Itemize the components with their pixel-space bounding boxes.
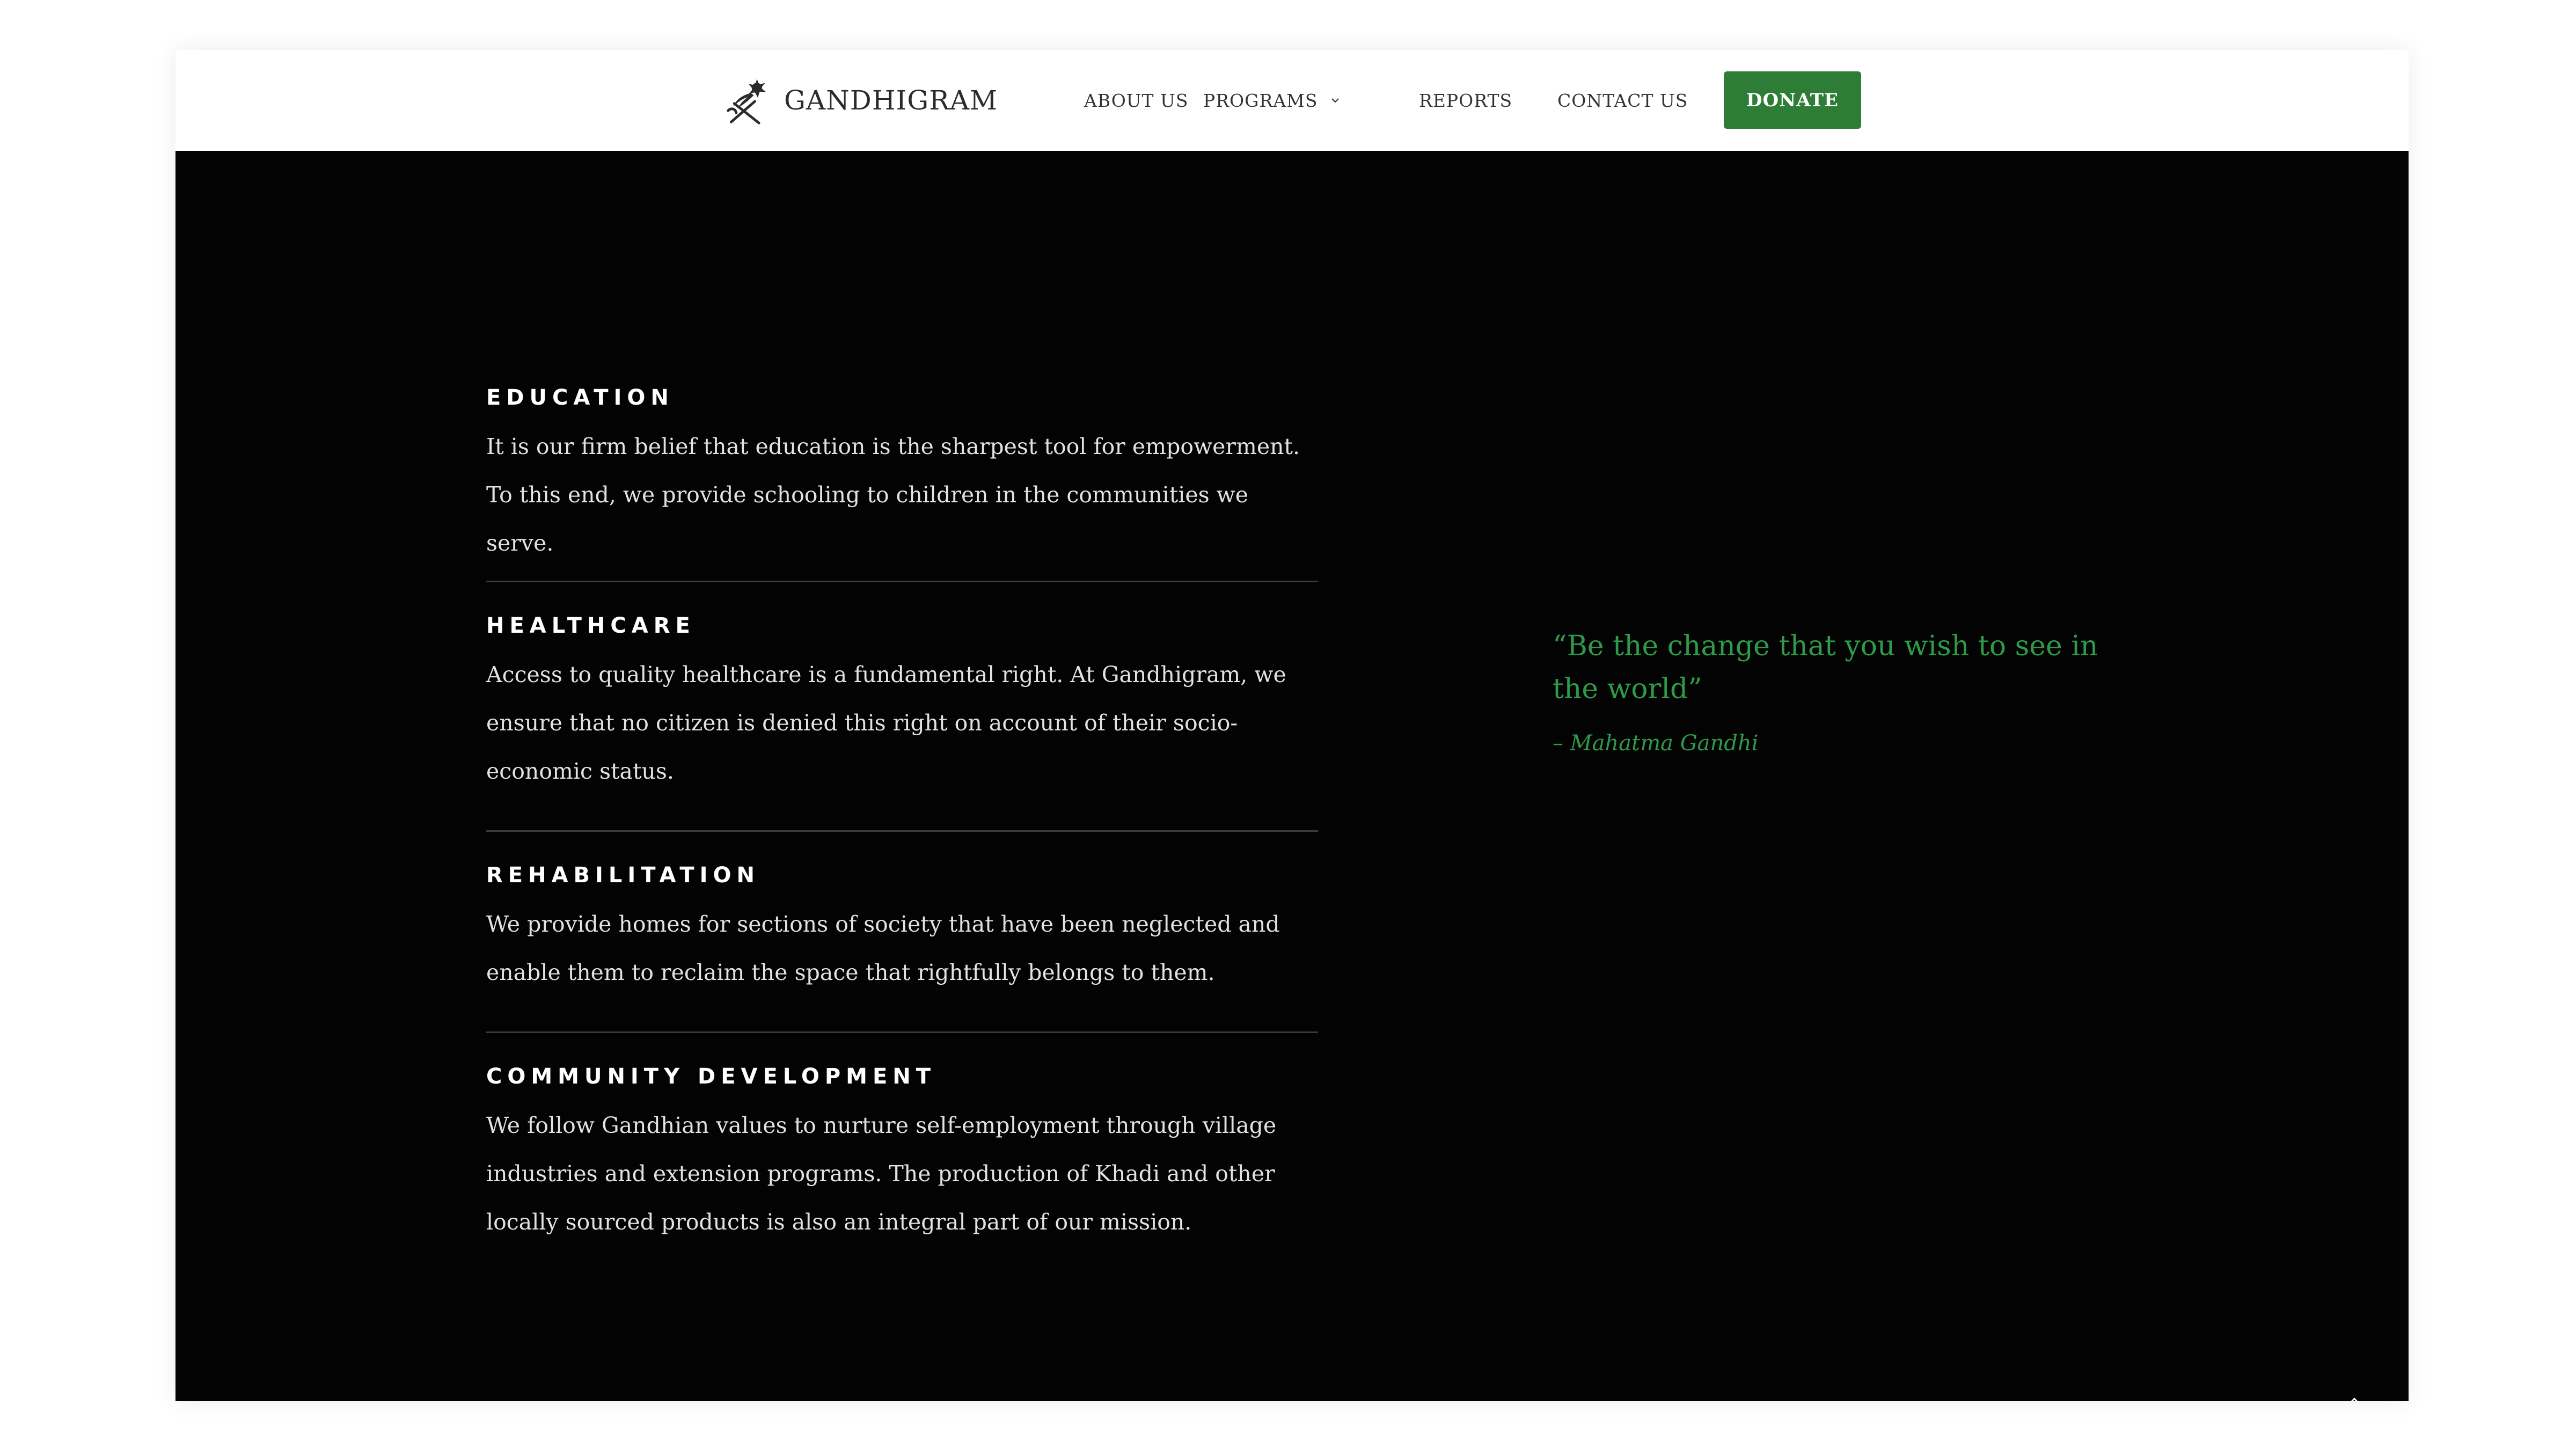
program-description: It is our firm belief that education is … xyxy=(486,434,1300,556)
nav-item-reports[interactable]: REPORTS xyxy=(1419,50,1512,151)
divider xyxy=(486,581,1318,582)
nav-item-programs[interactable]: PROGRAMS xyxy=(1203,50,1341,151)
quote-author: – Mahatma Gandhi xyxy=(1553,731,1759,756)
donate-button[interactable]: DONATE xyxy=(1724,71,1861,129)
program-education: EDUCATION It is our firm belief that edu… xyxy=(486,382,1318,567)
brand-name: GANDHIGRAM xyxy=(784,85,998,116)
divider xyxy=(486,830,1318,832)
program-community-development: COMMUNITY DEVELOPMENT We follow Gandhian… xyxy=(486,1060,1318,1246)
scroll-to-top-button[interactable] xyxy=(2338,1384,2370,1416)
program-title: COMMUNITY DEVELOPMENT xyxy=(486,1064,936,1089)
program-title: REHABILITATION xyxy=(486,863,760,888)
page-frame: GANDHIGRAM ABOUT US PROGRAMS REPORTS CON… xyxy=(175,50,2409,1403)
program-rehabilitation: REHABILITATION We provide homes for sect… xyxy=(486,859,1318,997)
program-description: Access to quality healthcare is a fundam… xyxy=(486,662,1286,784)
program-title: EDUCATION xyxy=(486,385,674,410)
nav-item-about-us[interactable]: ABOUT US xyxy=(1084,50,1188,151)
chevron-down-icon xyxy=(1331,98,1339,103)
nav-item-contact-us[interactable]: CONTACT US xyxy=(1557,50,1688,151)
flower-bird-logo-icon xyxy=(727,78,766,125)
site-header: GANDHIGRAM ABOUT US PROGRAMS REPORTS CON… xyxy=(175,50,2409,151)
quote-text: “Be the change that you wish to see in t… xyxy=(1553,630,2098,705)
gandhi-quote: “Be the change that you wish to see in t… xyxy=(1553,625,2132,756)
divider xyxy=(486,1031,1318,1033)
programs-section: EDUCATION It is our firm belief that edu… xyxy=(175,151,2409,1403)
program-description: We provide homes for sections of society… xyxy=(486,911,1280,985)
program-healthcare: HEALTHCARE Access to quality healthcare … xyxy=(486,610,1318,795)
program-title: HEALTHCARE xyxy=(486,613,696,638)
chevron-up-icon xyxy=(2350,1397,2359,1403)
program-description: We follow Gandhian values to nurture sel… xyxy=(486,1113,1277,1235)
nav-item-programs-label: PROGRAMS xyxy=(1203,90,1318,111)
site-logo[interactable]: GANDHIGRAM xyxy=(723,71,998,129)
